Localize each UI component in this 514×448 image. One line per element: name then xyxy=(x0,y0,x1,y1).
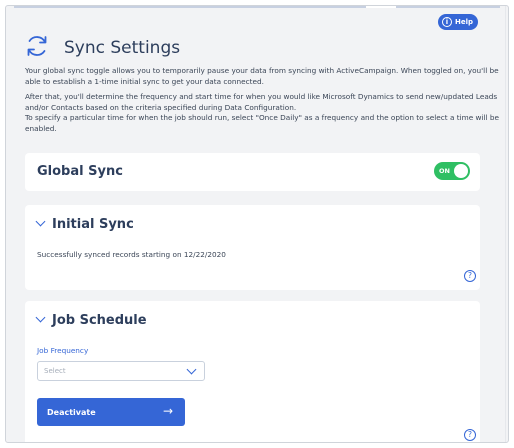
initial-sync-status: Successfully synced records starting on … xyxy=(37,250,226,259)
deactivate-button[interactable]: Deactivate → xyxy=(37,398,185,426)
chevron-down-icon xyxy=(186,364,197,375)
page-header: Sync Settings xyxy=(24,33,180,63)
question-icon[interactable]: ? xyxy=(464,429,476,441)
help-button[interactable]: i Help xyxy=(438,14,478,30)
description: Your global sync toggle allows you to te… xyxy=(25,66,508,135)
job-schedule-title: Job Schedule xyxy=(52,313,147,328)
question-icon[interactable]: ? xyxy=(464,270,476,282)
help-label: Help xyxy=(455,18,474,26)
sync-icon xyxy=(24,33,50,63)
initial-sync-card: Initial Sync Successfully synced records… xyxy=(25,205,480,290)
global-sync-card: Global Sync ON xyxy=(25,153,480,191)
top-notch xyxy=(366,6,396,8)
info-icon: i xyxy=(442,17,452,27)
deactivate-label: Deactivate xyxy=(47,407,96,417)
global-sync-title: Global Sync xyxy=(37,164,123,179)
select-placeholder: Select xyxy=(44,367,66,375)
settings-window: i Help Sync Settings Your global sync to… xyxy=(5,5,509,443)
job-frequency-label: Job Frequency xyxy=(37,346,89,355)
description-paragraph-2: After that, you'll determine the frequen… xyxy=(25,92,498,112)
chevron-down-icon xyxy=(35,312,46,323)
arrow-right-icon: → xyxy=(162,404,173,418)
toggle-label: ON xyxy=(439,167,450,175)
global-sync-toggle[interactable]: ON xyxy=(434,162,470,180)
description-paragraph-3: To specify a particular time for when th… xyxy=(25,113,500,133)
job-schedule-card: Job Schedule Job Frequency Select Deacti… xyxy=(25,301,480,442)
job-schedule-header[interactable]: Job Schedule xyxy=(35,312,147,328)
description-paragraph-1: Your global sync toggle allows you to te… xyxy=(25,66,499,86)
toggle-knob xyxy=(454,164,468,178)
top-divider xyxy=(14,6,500,8)
initial-sync-title: Initial Sync xyxy=(52,217,134,232)
page-title: Sync Settings xyxy=(64,38,181,58)
chevron-down-icon xyxy=(35,216,46,227)
initial-sync-header[interactable]: Initial Sync xyxy=(35,216,134,232)
job-frequency-select[interactable]: Select xyxy=(37,361,205,381)
